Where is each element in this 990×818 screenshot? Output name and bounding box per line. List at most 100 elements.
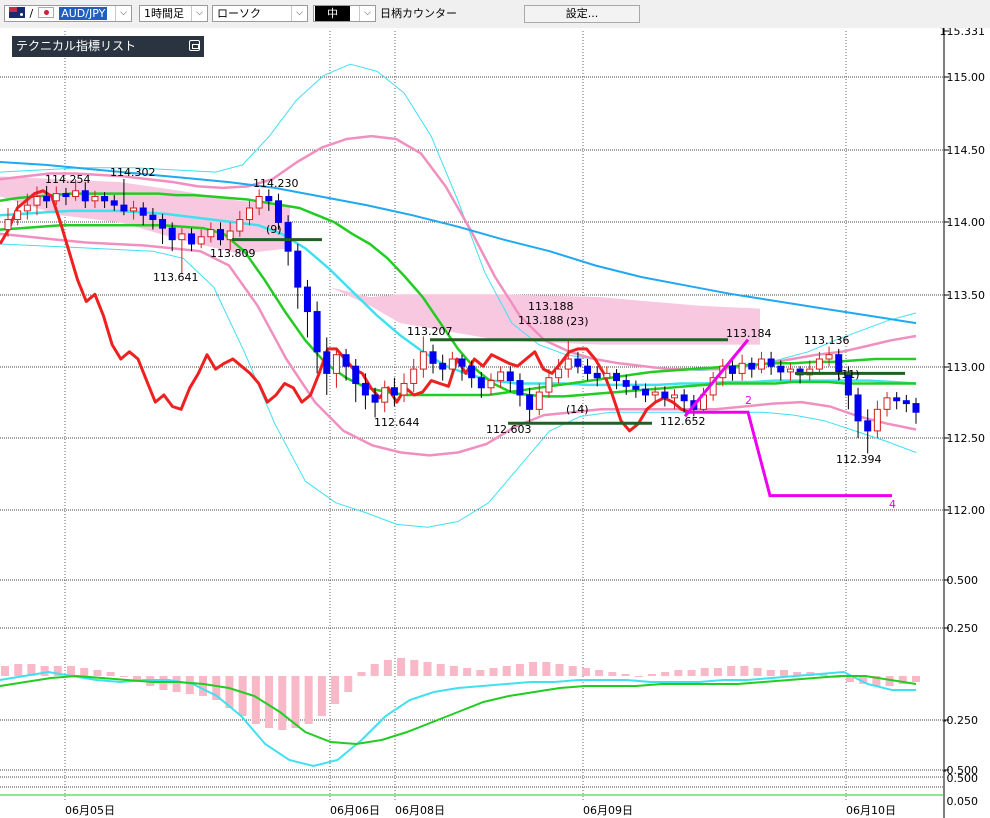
settings-button[interactable]: 設定... bbox=[524, 5, 640, 23]
candle-body bbox=[651, 391, 659, 396]
size-label: 中 bbox=[315, 6, 350, 21]
price-chart[interactable]: 114.254 114.302 114.230 113.641 113.809 (9) 11… bbox=[0, 28, 990, 818]
chart-background bbox=[0, 28, 944, 800]
candle-body bbox=[120, 204, 128, 212]
candle-body bbox=[632, 385, 640, 390]
macd-histogram-bar bbox=[727, 666, 736, 676]
toolbar: / AUD/JPY ⌵ 1時間足 ⌵ ローソク ⌵ 中 ⌵ 日柄カウンター 設定… bbox=[0, 0, 990, 28]
macd-tick-label: -0.250 bbox=[943, 714, 978, 727]
macd-histogram-bar bbox=[80, 668, 89, 676]
macd-histogram-bar bbox=[119, 676, 128, 677]
price-annotation: 114.254 bbox=[45, 173, 91, 186]
macd-histogram-bar bbox=[647, 674, 656, 676]
macd-histogram-bar bbox=[238, 676, 247, 716]
macd-histogram-bar bbox=[317, 676, 326, 716]
candle-body bbox=[371, 394, 379, 403]
candle-body bbox=[217, 229, 225, 241]
price-annotation: 112.644 bbox=[374, 416, 420, 429]
macd-histogram-bar bbox=[423, 662, 432, 676]
candle-body bbox=[352, 365, 360, 384]
macd-histogram-bar bbox=[172, 676, 181, 692]
candle-body bbox=[555, 368, 563, 379]
price-annotation: 113.809 bbox=[210, 247, 256, 260]
timeframe-select[interactable]: 1時間足 ⌵ bbox=[139, 5, 208, 22]
chevron-down-icon[interactable]: ⌵ bbox=[291, 6, 307, 21]
candle-body bbox=[439, 362, 447, 370]
macd-histogram-bar bbox=[687, 670, 696, 676]
minimize-icon[interactable] bbox=[189, 40, 200, 51]
candle-body bbox=[91, 196, 99, 202]
macd-histogram-bar bbox=[661, 672, 670, 676]
candle-body bbox=[381, 387, 389, 403]
candle-body bbox=[613, 372, 621, 382]
macd-histogram-bar bbox=[753, 668, 762, 676]
macd-histogram-bar bbox=[621, 674, 630, 676]
candle-body bbox=[274, 200, 282, 223]
candle-body bbox=[23, 204, 31, 212]
date-label: 06月06日 bbox=[330, 804, 380, 817]
counter-label: 日柄カウンター bbox=[380, 7, 457, 20]
macd-histogram-bar bbox=[608, 672, 617, 676]
price-tick-label: 113.50 bbox=[947, 289, 986, 302]
candle-body bbox=[342, 354, 350, 367]
candle-body bbox=[130, 207, 138, 212]
candle-body bbox=[410, 368, 418, 384]
size-select[interactable]: 中 ⌵ bbox=[313, 5, 376, 22]
price-annotation: 112.394 bbox=[836, 453, 882, 466]
macd-histogram-bar bbox=[700, 668, 709, 676]
candle-body bbox=[757, 358, 765, 370]
candle-body bbox=[14, 210, 22, 221]
candle-body bbox=[545, 377, 553, 393]
candle-body bbox=[574, 358, 582, 367]
candle-body bbox=[313, 311, 321, 353]
macd-histogram-bar bbox=[93, 670, 102, 676]
macd-histogram-bar bbox=[779, 670, 788, 676]
candle-body bbox=[883, 397, 891, 410]
price-tick-label: 115.00 bbox=[947, 71, 986, 84]
macd-histogram-bar bbox=[449, 666, 458, 676]
pair-select[interactable]: / AUD/JPY ⌵ bbox=[4, 5, 132, 22]
macd-histogram-bar bbox=[713, 668, 722, 676]
chevron-down-icon[interactable]: ⌵ bbox=[359, 6, 375, 21]
indicator-list-panel[interactable]: テクニカル指標リスト bbox=[12, 36, 204, 57]
candle-body bbox=[168, 227, 176, 241]
macd-histogram-bar bbox=[331, 676, 340, 704]
candle-body bbox=[497, 371, 505, 382]
candle-body bbox=[332, 354, 340, 374]
timeframe-label: 1時間足 bbox=[144, 7, 184, 20]
chart-type-label: ローソク bbox=[217, 7, 261, 20]
candle-body bbox=[188, 233, 196, 245]
price-annotation: (14) bbox=[566, 403, 589, 416]
candle-body bbox=[777, 365, 785, 373]
candle-body bbox=[303, 286, 311, 313]
candle-body bbox=[642, 388, 650, 396]
macd-histogram-bar bbox=[397, 658, 406, 676]
macd-histogram-bar bbox=[502, 666, 511, 676]
macd-histogram-bar bbox=[251, 676, 260, 724]
price-annotation: 113.207 bbox=[407, 325, 453, 338]
candle-body bbox=[361, 382, 369, 396]
price-annotation: 112.603 bbox=[486, 423, 532, 436]
macd-histogram-bar bbox=[515, 664, 524, 676]
macd-tick-label: 0.500 bbox=[947, 574, 979, 587]
candle-body bbox=[284, 221, 292, 252]
candle-body bbox=[62, 193, 70, 198]
candle-body bbox=[535, 391, 543, 410]
chevron-down-icon[interactable]: ⌵ bbox=[191, 6, 207, 21]
macd-histogram-bar bbox=[436, 664, 445, 676]
candle-body bbox=[584, 365, 592, 374]
bottom-tick-label: 0.500 bbox=[947, 772, 979, 785]
candle-body bbox=[110, 200, 118, 206]
candle-body bbox=[854, 394, 862, 422]
chart-type-select[interactable]: ローソク ⌵ bbox=[212, 5, 308, 22]
candle-body bbox=[245, 207, 253, 221]
candle-body bbox=[477, 377, 485, 389]
candle-body bbox=[564, 358, 572, 370]
candle-body bbox=[506, 371, 514, 382]
candle-body bbox=[72, 190, 80, 198]
candle-body bbox=[748, 362, 756, 370]
counter-checkbox-group[interactable]: 日柄カウンター bbox=[380, 5, 457, 23]
macd-histogram-bar bbox=[529, 662, 538, 676]
macd-histogram-bar bbox=[199, 676, 208, 696]
chevron-down-icon[interactable]: ⌵ bbox=[115, 6, 131, 21]
